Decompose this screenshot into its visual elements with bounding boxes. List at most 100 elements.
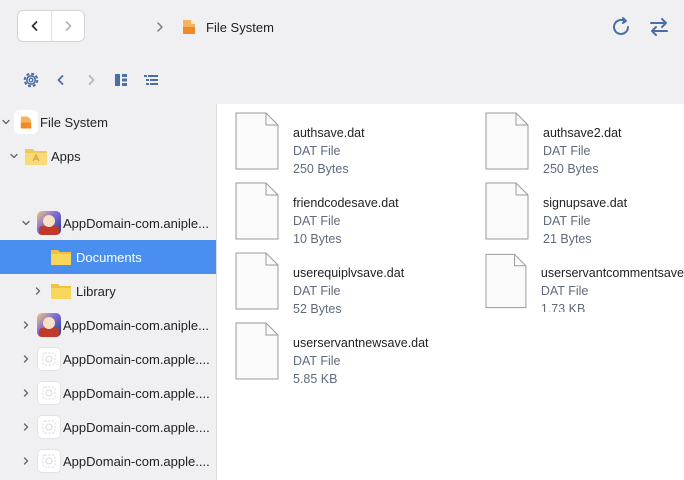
expand-toggle[interactable] <box>32 285 44 297</box>
app-icon <box>37 381 61 405</box>
tree-item-label: File System <box>40 114 108 130</box>
chevron-right-icon <box>23 355 29 363</box>
app-icon <box>37 211 61 235</box>
expand-toggle[interactable] <box>20 217 32 229</box>
file-size: 250 Bytes <box>543 162 599 176</box>
toolbar <box>18 66 168 94</box>
file-grid: authsave.dat DAT File 250 Bytes authsave… <box>218 104 684 480</box>
tree-item-label: AppDomain-com.apple.... <box>63 419 210 435</box>
file-name: signupsave.dat <box>543 196 628 210</box>
file-type: DAT File <box>293 354 341 368</box>
breadcrumb: File System <box>152 16 274 38</box>
chevron-left-icon <box>57 75 64 85</box>
expand-toggle[interactable] <box>20 421 32 433</box>
tree-item-appdomain[interactable]: AppDomain-com.apple.... <box>0 376 216 410</box>
list-view-button[interactable] <box>138 67 164 93</box>
file-item[interactable]: authsave2.dat DAT File 250 Bytes <box>485 112 622 176</box>
expand-toggle[interactable] <box>8 150 20 162</box>
chevron-down-icon <box>10 153 18 159</box>
back-button[interactable] <box>18 11 51 41</box>
tree-item-appdomain[interactable]: AppDomain-com.apple.... <box>0 410 216 444</box>
chevron-right-icon <box>23 423 29 431</box>
grid-view-icon <box>115 74 127 86</box>
forward-button[interactable] <box>51 11 84 41</box>
file-icon <box>235 322 279 380</box>
file-name: userservantnewsave.dat <box>293 336 429 350</box>
toolbar-back-button[interactable] <box>48 67 74 93</box>
file-type: DAT File <box>543 144 591 158</box>
tree-item-label: AppDomain-com.aniple... <box>63 215 209 231</box>
chevron-down-icon <box>22 220 30 226</box>
chevron-right-icon <box>88 75 95 85</box>
file-name: authsave2.dat <box>543 126 622 140</box>
file-name: friendcodesave.dat <box>293 196 399 210</box>
tree-item-appdomain[interactable]: AppDomain-com.apple.... <box>0 342 216 376</box>
tree-item-appdomain[interactable]: AppDomain-com.aniple... <box>0 206 216 240</box>
expand-toggle[interactable] <box>20 353 32 365</box>
file-icon <box>485 253 527 309</box>
chevron-right-icon <box>35 287 41 295</box>
file-item[interactable]: userservantnewsave.dat DAT File 5.85 KB <box>235 322 429 386</box>
file-type: DAT File <box>293 284 341 298</box>
top-bar: File System <box>0 0 684 104</box>
file-item[interactable]: friendcodesave.dat DAT File 10 Bytes <box>235 182 399 246</box>
refresh-button[interactable] <box>608 14 634 40</box>
file-icon <box>235 252 279 310</box>
tree-item-label: Library <box>76 283 116 299</box>
expand-toggle[interactable] <box>20 455 32 467</box>
tree-item-label: Apps <box>51 148 81 164</box>
file-item[interactable]: userservantcommentsave DAT File 1.73 KB <box>485 252 684 312</box>
tree-item-label: AppDomain-com.aniple... <box>63 317 209 333</box>
file-icon <box>235 112 279 170</box>
expand-toggle[interactable] <box>0 116 12 128</box>
folder-icon <box>51 284 71 299</box>
expand-toggle[interactable] <box>20 387 32 399</box>
file-type: DAT File <box>543 214 591 228</box>
tree-item-documents[interactable]: Documents <box>0 240 216 274</box>
grid-view-button[interactable] <box>108 67 134 93</box>
list-view-icon <box>144 75 158 85</box>
file-size: 52 Bytes <box>293 302 342 316</box>
file-type: DAT File <box>293 144 341 158</box>
tree-item-label: AppDomain-com.apple.... <box>63 453 210 469</box>
breadcrumb-chevron-icon <box>157 22 163 32</box>
tree-item-appdomain[interactable]: AppDomain-com.aniple... <box>0 308 216 342</box>
chevron-right-icon <box>65 21 72 31</box>
tree-item-label: AppDomain-com.apple.... <box>63 385 210 401</box>
chevron-left-icon <box>31 21 37 31</box>
tree-item-appdomain[interactable]: AppDomain-com.apple.... <box>0 444 216 478</box>
settings-button[interactable] <box>18 67 44 93</box>
chevron-right-icon <box>23 389 29 397</box>
file-size: 250 Bytes <box>293 162 349 176</box>
file-type: DAT File <box>540 284 589 298</box>
chevron-right-icon <box>23 457 29 465</box>
file-item[interactable]: authsave.dat DAT File 250 Bytes <box>235 112 365 176</box>
file-name: authsave.dat <box>293 126 365 140</box>
tree-item-apps[interactable]: Apps <box>0 139 216 173</box>
chevron-right-icon <box>23 321 29 329</box>
tree-item-label: Documents <box>76 249 142 265</box>
app-icon <box>37 347 61 371</box>
file-size: 21 Bytes <box>543 232 592 246</box>
tree-item-label: AppDomain-com.apple.... <box>63 351 210 367</box>
file-size: 5.85 KB <box>293 372 338 386</box>
file-system-icon <box>14 110 38 134</box>
file-icon <box>485 182 529 240</box>
file-icon <box>485 112 529 170</box>
file-item[interactable]: userequiplvsave.dat DAT File 52 Bytes <box>235 252 405 316</box>
breadcrumb-item[interactable]: File System <box>206 20 274 35</box>
transfer-button[interactable] <box>646 14 672 40</box>
sidebar-tree: File System Apps AppDomain-com.aniple...… <box>0 104 217 480</box>
file-name: userequiplvsave.dat <box>293 266 405 280</box>
folder-icon <box>51 250 71 265</box>
tree-item-file-system[interactable]: File System <box>0 105 216 139</box>
expand-toggle[interactable] <box>20 319 32 331</box>
file-size: 10 Bytes <box>293 232 342 246</box>
app-icon <box>37 313 61 337</box>
transfer-arrows-icon <box>650 18 668 36</box>
file-item[interactable]: signupsave.dat DAT File 21 Bytes <box>485 182 628 246</box>
tree-item-library[interactable]: Library <box>0 274 216 308</box>
toolbar-forward-button[interactable] <box>78 67 104 93</box>
file-name: userservantcommentsave <box>540 266 684 280</box>
file-type: DAT File <box>293 214 341 228</box>
